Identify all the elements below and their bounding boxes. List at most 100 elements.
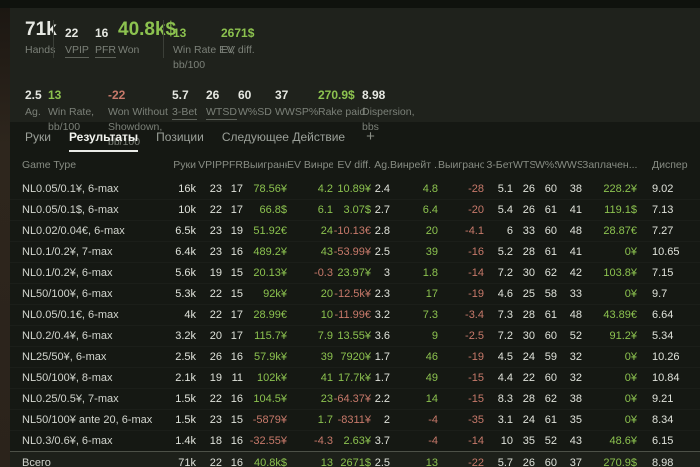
stat-label[interactable]: VPIP (65, 44, 95, 58)
column-header-won[interactable]: Выигранно (243, 159, 287, 171)
stat-label-link[interactable]: PFR (95, 44, 116, 58)
cell-rake: 91.2¥ (609, 330, 637, 342)
tab-results[interactable]: Результаты (68, 122, 139, 152)
cell-wtsd: 26 (522, 204, 535, 216)
tab-positions[interactable]: Позиции (156, 122, 204, 152)
cell-dispersion: 9.7 (652, 288, 668, 300)
cell-hands: 6.5k (175, 225, 196, 237)
cell-pfr: 19 (230, 225, 243, 237)
cell-ev-diff: 2.63¥ (343, 435, 371, 447)
cell-wwsf: 42 (569, 267, 582, 279)
cell-won-wo-showdown: -20 (468, 204, 484, 216)
stat-label-link[interactable]: 3-Bet (172, 106, 198, 120)
column-header-rake[interactable]: Заплачен... (582, 159, 637, 171)
table-row[interactable]: NL0.05/0.1$, 6-max 10k 22 17 66.8$ 6.1 3.07$ 2.… (10, 199, 700, 220)
poker-tracker-window: 71k Hands 22 VPIP 16 PFR 40.8k$ Won 13 Win Rate E… (10, 8, 700, 467)
cell-winrate: 4.8 (422, 182, 438, 195)
table-row[interactable]: NL0.3/0.6¥, 6-max 1.4k 18 16 -32.55¥ -4.3 2.63… (10, 430, 700, 451)
cell-rake: 0¥ (624, 246, 637, 258)
cell-ev-diff: 13.55¥ (337, 330, 371, 342)
stat-wtsd: 26 WTSD (206, 87, 238, 120)
stat-label[interactable]: 3-Bet (172, 106, 206, 120)
stat-label[interactable]: WTSD (206, 106, 238, 120)
column-header-winrate[interactable]: Винрейт ... (390, 159, 438, 171)
cell-game-type: NL0.05/0.1€, 6-max (22, 309, 119, 321)
column-header-ag[interactable]: Ag. (371, 159, 390, 171)
cell-vpip: 26 (209, 351, 222, 363)
table-row[interactable]: NL0.25/0.5¥, 7-max 1.5k 22 16 104.5¥ 23 -64.37… (10, 388, 700, 409)
cell-ag: 2 (383, 414, 390, 426)
cell-winrate: 7.3 (422, 309, 438, 321)
column-header-game-type[interactable]: Game Type (22, 159, 162, 171)
cell-3bet: 4.4 (497, 372, 513, 384)
stat-label-link[interactable]: VPIP (65, 44, 89, 58)
cell-hands: 71k (178, 456, 196, 467)
cell-ev-diff: 23.97¥ (337, 267, 371, 279)
tab-hands[interactable]: Руки (25, 122, 51, 152)
stat-value: 13 (173, 26, 187, 40)
table-row[interactable]: NL50/100¥, 6-max 5.3k 22 15 92k¥ 20 -12.5k¥ 2.3… (10, 283, 700, 304)
cell-hands: 2.1k (175, 372, 196, 384)
add-tab-button[interactable]: + (363, 122, 378, 152)
cell-won: 78.56¥ (253, 182, 287, 195)
table-row[interactable]: NL0.05/0.1€, 6-max 4k 22 17 28.99€ 10 -11.99€ 3… (10, 304, 700, 325)
cell-ev-winrate: 43 (320, 246, 333, 258)
column-header-won-wo-showdown[interactable]: Выиграно... (438, 159, 484, 171)
cell-ev-winrate: 41 (320, 372, 333, 384)
cell-game-type: NL0.05/0.1¥, 6-max (22, 182, 119, 195)
cell-won: 28.99€ (253, 309, 287, 321)
table-row[interactable]: NL0.02/0.04€, 6-max 6.5k 23 19 51.92€ 24 -10.1… (10, 220, 700, 241)
tab-next-action[interactable]: Следующее Действие (222, 122, 345, 152)
cell-won: 40.8k$ (253, 456, 287, 467)
column-header-pfr[interactable]: PFR (222, 159, 243, 171)
cell-wtsd: 25 (522, 288, 535, 300)
table-row[interactable]: NL0.1/0.2¥, 7-max 6.4k 23 16 489.2¥ 43 -53.99¥… (10, 241, 700, 262)
column-header-3bet[interactable]: 3-Бет (484, 159, 513, 171)
stat-wsd: 60 W%SD (238, 87, 275, 119)
stat-value: 60 (238, 88, 252, 102)
cell-ev-diff: -11.99€ (334, 309, 372, 321)
table-row[interactable]: NL50/100¥, 8-max 2.1k 19 11 102k¥ 41 17.7k¥ 1.7… (10, 367, 700, 388)
cell-vpip: 18 (209, 435, 222, 447)
tab-bar: Руки Результаты Позиции Следующее Действие + (10, 122, 700, 152)
column-header-vpip[interactable]: VPIP (196, 159, 222, 171)
column-header-ev-diff[interactable]: EV diff. (333, 159, 371, 171)
stat-label[interactable]: PFR (95, 44, 118, 58)
table-row[interactable]: NL25/50¥, 6-max 2.5k 26 16 57.9k¥ 39 7920¥ 1.7 4… (10, 346, 700, 367)
cell-3bet: 8.3 (497, 393, 513, 405)
cell-wsd: 60 (544, 330, 557, 342)
cell-won: 57.9k¥ (253, 351, 287, 363)
cell-3bet: 5.2 (497, 246, 513, 258)
cell-ev-winrate: 6.1 (317, 204, 333, 216)
cell-wtsd: 22 (522, 372, 535, 384)
cell-wsd: 60 (544, 456, 557, 467)
table-row[interactable]: NL0.1/0.2¥, 6-max 5.6k 19 15 20.13¥ -0.3 23.97… (10, 262, 700, 283)
cell-hands: 4k (184, 309, 196, 321)
stat-wwsp: 37 WWSP% (275, 87, 318, 119)
cell-wsd: 60 (544, 372, 557, 384)
cell-pfr: 11 (231, 372, 243, 384)
column-header-ev-winrate[interactable]: EV Винре... (287, 159, 333, 171)
cell-won-wo-showdown: -14 (468, 435, 484, 447)
table-row[interactable]: NL0.2/0.4¥, 6-max 3.2k 20 17 115.7¥ 7.9 13.55¥… (10, 325, 700, 346)
cell-vpip: 23 (209, 414, 222, 426)
cell-won-wo-showdown: -22 (468, 456, 484, 467)
cell-ag: 1.7 (374, 351, 390, 363)
column-header-wsd[interactable]: W%SD (535, 159, 557, 171)
stat-label-link[interactable]: WTSD (206, 106, 237, 120)
column-header-hands[interactable]: Руки (162, 159, 196, 171)
column-header-wtsd[interactable]: WTSD (513, 159, 535, 171)
cell-wsd: 62 (544, 393, 557, 405)
cell-hands: 5.3k (175, 288, 196, 300)
table-row[interactable]: NL0.05/0.1¥, 6-max 16k 23 17 78.56¥ 4.2 10.89¥… (10, 178, 700, 199)
stat-label: Win Rate, (48, 106, 95, 118)
cell-winrate: 20 (425, 225, 438, 237)
cell-ev-winrate: 1.7 (317, 414, 333, 426)
table-row[interactable]: NL50/100¥ ante 20, 6-max 1.5k 23 15 -5879¥ 1.… (10, 409, 700, 430)
cell-game-type: NL0.1/0.2¥, 6-max (22, 267, 113, 279)
cell-won: 489.2¥ (253, 246, 287, 258)
stat-value: 71k (25, 19, 57, 40)
cell-3bet: 4.6 (497, 288, 513, 300)
column-header-wwsf[interactable]: WWSF% (557, 159, 582, 171)
column-header-dispersion[interactable]: Дисперси... (637, 159, 688, 171)
